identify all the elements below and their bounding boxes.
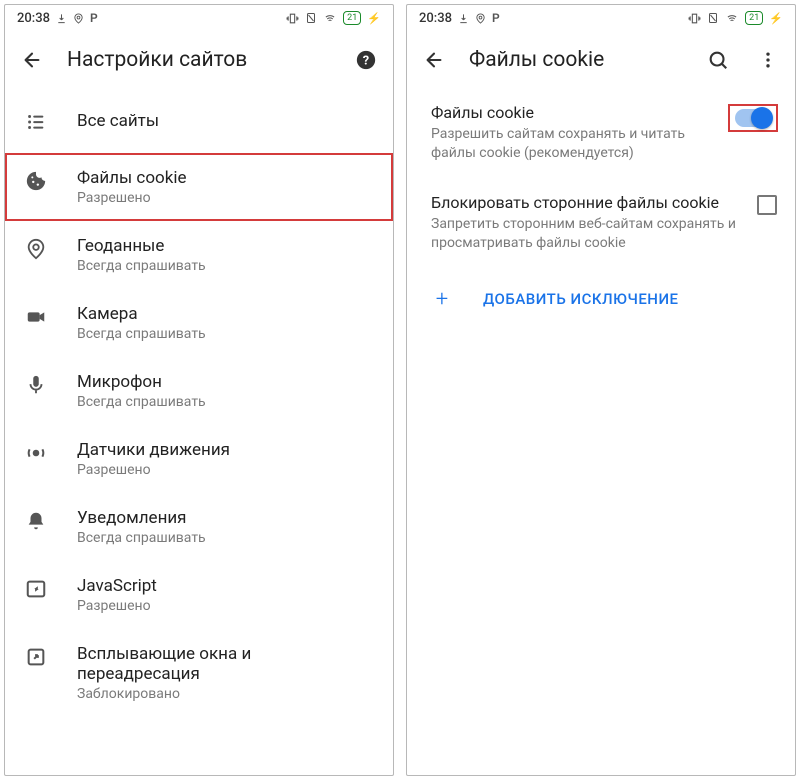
item-camera[interactable]: Камера Всегда спрашивать [5, 289, 393, 357]
setting-sublabel: Разрешить сайтам сохранять и читать файл… [431, 125, 715, 163]
item-label: Датчики движения [77, 440, 375, 460]
item-all-sites[interactable]: Все сайты [5, 89, 393, 153]
charge-status-icon: ⚡ [769, 12, 783, 25]
download-icon [56, 13, 67, 24]
app-header: Настройки сайтов ? [5, 31, 393, 89]
charge-status-icon: ⚡ [367, 12, 381, 25]
setting-sublabel: Запретить сторонним веб-сайтам сохранять… [431, 215, 743, 253]
back-button[interactable] [17, 45, 47, 75]
vibrate-status-icon [688, 12, 701, 25]
item-sublabel: Всегда спрашивать [77, 326, 375, 342]
vibrate-status-icon [286, 12, 299, 25]
item-sublabel: Всегда спрашивать [77, 394, 375, 410]
list-icon [23, 109, 49, 133]
item-location[interactable]: Геоданные Всегда спрашивать [5, 221, 393, 289]
location-icon [23, 236, 49, 260]
status-bar: 20:38 P 21 ⚡ [407, 5, 795, 31]
item-sublabel: Всегда спрашивать [77, 530, 375, 546]
bell-icon [23, 508, 49, 532]
setting-label: Файлы cookie [431, 103, 715, 122]
motion-icon [23, 440, 49, 464]
item-motion-sensors[interactable]: Датчики движения Разрешено [5, 425, 393, 493]
app-header: Файлы cookie [407, 31, 795, 89]
camera-icon [23, 304, 49, 328]
status-time: 20:38 [17, 11, 50, 26]
location-status-icon [475, 13, 486, 24]
settings-list: Все сайты Файлы cookie Разрешено Геоданн… [5, 89, 393, 717]
sim-status-icon [707, 12, 719, 24]
sim-status-icon [305, 12, 317, 24]
item-label: Геоданные [77, 236, 375, 256]
plus-icon: + [431, 287, 453, 312]
item-label: Микрофон [77, 372, 375, 392]
item-label: Уведомления [77, 508, 375, 528]
phone-left: 20:38 P 21 ⚡ Настройки с [4, 4, 394, 776]
item-sublabel: Разрешено [77, 462, 375, 478]
item-sublabel: Разрешено [77, 190, 375, 206]
item-popups[interactable]: Всплывающие окна и переадресация Заблоки… [5, 629, 393, 717]
p-status-icon: P [492, 11, 500, 25]
location-status-icon [73, 13, 84, 24]
wifi-status-icon [725, 13, 739, 24]
phone-right: 20:38 P 21 ⚡ Файлы cooki [406, 4, 796, 776]
item-label: Всплывающие окна и переадресация [77, 644, 375, 684]
item-sublabel: Разрешено [77, 598, 375, 614]
item-sublabel: Заблокировано [77, 686, 375, 702]
help-button[interactable]: ? [351, 45, 381, 75]
item-notifications[interactable]: Уведомления Всегда спрашивать [5, 493, 393, 561]
item-microphone[interactable]: Микрофон Всегда спрашивать [5, 357, 393, 425]
search-button[interactable] [703, 45, 733, 75]
cookies-toggle[interactable] [735, 109, 771, 127]
block-third-party-checkbox[interactable] [757, 195, 777, 215]
battery-status: 21 [343, 11, 361, 25]
status-bar: 20:38 P 21 ⚡ [5, 5, 393, 31]
p-status-icon: P [90, 11, 98, 25]
item-cookies[interactable]: Файлы cookie Разрешено [5, 153, 393, 221]
item-label: JavaScript [77, 576, 375, 596]
status-time: 20:38 [419, 11, 452, 26]
overflow-menu-button[interactable] [753, 45, 783, 75]
download-icon [458, 13, 469, 24]
setting-block-third-party[interactable]: Блокировать сторонние файлы cookie Запре… [407, 179, 795, 269]
toggle-highlight [729, 105, 777, 131]
item-label: Камера [77, 304, 375, 324]
cookie-icon [23, 168, 49, 192]
add-exception-button[interactable]: + ДОБАВИТЬ ИСКЛЮЧЕНИЕ [407, 269, 795, 330]
add-exception-label: ДОБАВИТЬ ИСКЛЮЧЕНИЕ [483, 290, 679, 308]
wifi-status-icon [323, 13, 337, 24]
battery-status: 21 [745, 11, 763, 25]
item-sublabel: Всегда спрашивать [77, 258, 375, 274]
mic-icon [23, 372, 49, 396]
popup-icon [23, 644, 49, 668]
setting-label: Блокировать сторонние файлы cookie [431, 193, 743, 212]
js-icon [23, 576, 49, 600]
item-javascript[interactable]: JavaScript Разрешено [5, 561, 393, 629]
svg-text:?: ? [363, 54, 369, 69]
page-title: Настройки сайтов [67, 48, 331, 72]
item-label: Файлы cookie [77, 168, 375, 188]
page-title: Файлы cookie [469, 48, 683, 72]
item-label: Все сайты [77, 111, 375, 131]
setting-cookies-allow[interactable]: Файлы cookie Разрешить сайтам сохранять … [407, 89, 795, 179]
back-button[interactable] [419, 45, 449, 75]
